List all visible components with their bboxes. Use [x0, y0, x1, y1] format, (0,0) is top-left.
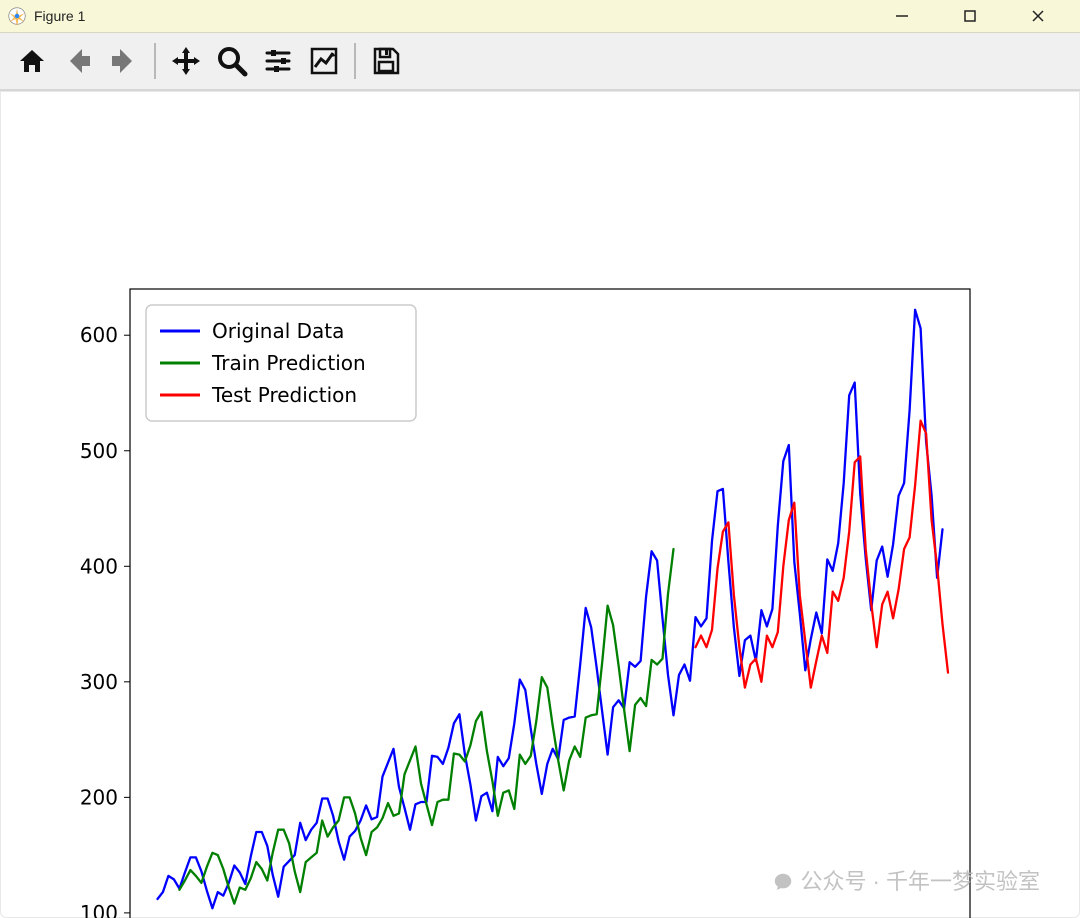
series-line — [696, 421, 949, 688]
zoom-button[interactable] — [212, 41, 252, 81]
toolbar — [0, 33, 1080, 91]
forward-button[interactable] — [104, 41, 144, 81]
toolbar-separator — [354, 43, 356, 79]
toolbar-separator — [154, 43, 156, 79]
y-tick-label: 100 — [80, 901, 118, 918]
window-controls — [880, 2, 1076, 30]
app-window: Figure 1 — [0, 0, 1080, 918]
y-tick-label: 500 — [80, 439, 118, 463]
y-tick-label: 300 — [80, 670, 118, 694]
figure-area[interactable]: 020406080100120140100200300400500600Orig… — [0, 91, 1080, 918]
legend-label: Train Prediction — [211, 351, 366, 375]
close-button[interactable] — [1016, 2, 1060, 30]
y-tick-label: 200 — [80, 785, 118, 809]
window-title: Figure 1 — [34, 8, 85, 24]
app-icon — [8, 7, 26, 25]
legend-label: Original Data — [212, 319, 344, 343]
home-button[interactable] — [12, 41, 52, 81]
titlebar: Figure 1 — [0, 0, 1080, 33]
pan-button[interactable] — [166, 41, 206, 81]
legend-label: Test Prediction — [211, 383, 357, 407]
maximize-button[interactable] — [948, 2, 992, 30]
back-button[interactable] — [58, 41, 98, 81]
y-tick-label: 600 — [80, 323, 118, 347]
chart: 020406080100120140100200300400500600Orig… — [0, 91, 1080, 918]
series-line — [179, 549, 673, 904]
minimize-button[interactable] — [880, 2, 924, 30]
configure-button[interactable] — [258, 41, 298, 81]
save-button[interactable] — [366, 41, 406, 81]
edit-axes-button[interactable] — [304, 41, 344, 81]
y-tick-label: 400 — [80, 554, 118, 578]
